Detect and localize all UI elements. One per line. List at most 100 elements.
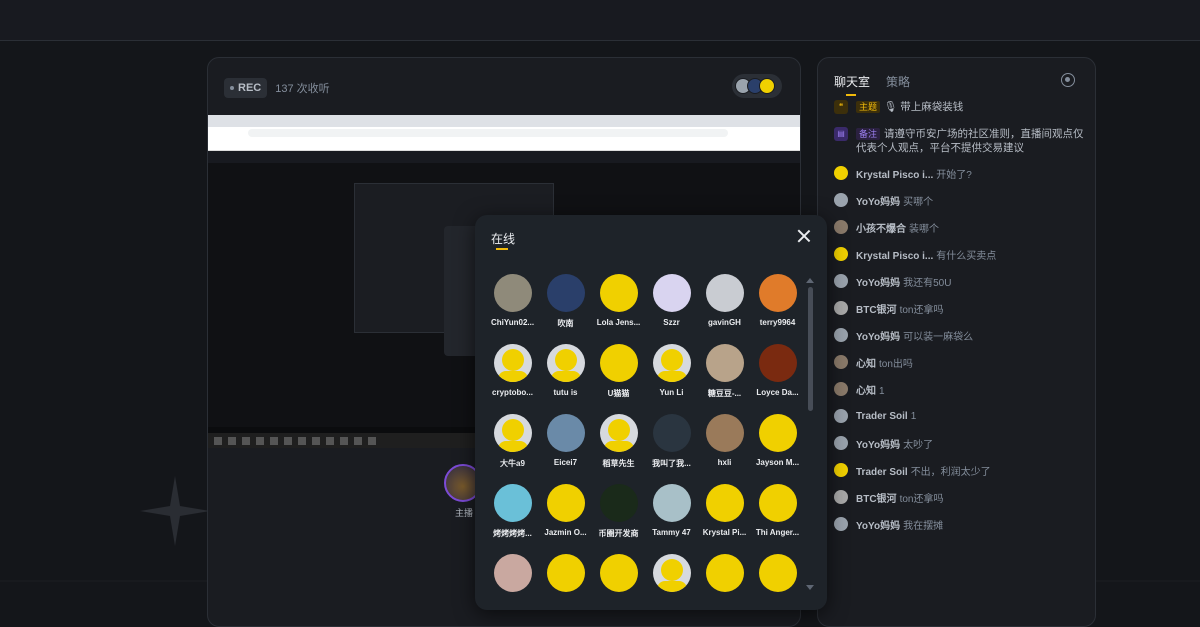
chat-message: 心知 1 — [834, 382, 1089, 397]
online-user[interactable]: 稻草先生 — [592, 414, 645, 474]
chat-username[interactable]: 心知 — [856, 386, 876, 397]
chat-username[interactable]: 心知 — [856, 359, 876, 370]
browser-tab-strip — [208, 115, 800, 127]
online-user[interactable]: 烤烤烤烤... — [486, 484, 539, 544]
chat-username[interactable]: 小孩不爆合 — [856, 224, 906, 235]
tab-chatroom[interactable]: 聊天室 — [834, 73, 870, 96]
avatar[interactable] — [834, 274, 848, 288]
chat-username[interactable]: YoYo妈妈 — [856, 278, 900, 289]
online-user[interactable]: Lola Jens... — [592, 274, 645, 334]
online-user-name: U猫猫 — [607, 389, 630, 398]
online-user-name: 烤烤烤烤... — [493, 529, 532, 538]
chat-username[interactable]: YoYo妈妈 — [856, 197, 900, 208]
avatar — [493, 554, 532, 592]
online-user[interactable]: 糖豆豆-... — [698, 344, 751, 404]
scroll-down-icon[interactable] — [806, 585, 814, 590]
avatar — [705, 344, 744, 382]
avatar — [493, 344, 532, 382]
browser-bookmarks-bar — [208, 139, 800, 151]
online-user[interactable] — [645, 554, 698, 610]
online-user[interactable]: Krystal Pi... — [698, 484, 751, 544]
online-user[interactable]: gavinGH — [698, 274, 751, 334]
online-user[interactable]: ChiYun02... — [486, 274, 539, 334]
avatar — [493, 484, 532, 522]
online-user[interactable]: Loyce Da... — [751, 344, 804, 404]
settings-icon[interactable] — [1061, 73, 1075, 87]
chat-text: 我还有50U — [903, 277, 952, 289]
avatar[interactable] — [834, 220, 848, 234]
topic-tag: 主题 — [856, 101, 881, 113]
online-user[interactable]: 吹南 — [539, 274, 592, 334]
avatar — [758, 484, 797, 522]
avatar[interactable] — [834, 517, 848, 531]
online-user[interactable]: Eicei7 — [539, 414, 592, 474]
avatar — [652, 344, 691, 382]
online-user-name: Yun Li — [659, 388, 684, 397]
avatar[interactable] — [834, 166, 848, 180]
chat-username[interactable]: Trader Soil — [856, 467, 908, 478]
online-user[interactable]: Yun Li — [645, 344, 698, 404]
avatar[interactable] — [834, 409, 848, 423]
speaker-avatars[interactable] — [732, 74, 782, 98]
chat-username[interactable]: YoYo妈妈 — [856, 332, 900, 343]
online-user-name: Eicei7 — [553, 458, 578, 467]
avatar — [705, 484, 744, 522]
avatar[interactable] — [834, 247, 848, 261]
avatar — [652, 554, 691, 592]
chat-username[interactable]: BTC银河 — [856, 494, 897, 505]
online-user[interactable]: Szzr — [645, 274, 698, 334]
online-user-name: Krystal Pi... — [702, 528, 747, 537]
chat-message: YoYo妈妈 我还有50U — [834, 274, 1089, 289]
chat-username[interactable]: Krystal Pisco i... — [856, 251, 933, 262]
avatar[interactable] — [834, 193, 848, 207]
online-user[interactable]: 大牛a9 — [486, 414, 539, 474]
chat-message: Trader Soil 1 — [834, 409, 1089, 423]
chat-message: YoYo妈妈 可以装一麻袋么 — [834, 328, 1089, 343]
online-user-name: 吹南 — [557, 319, 574, 328]
online-user-name: 大牛a9 — [500, 459, 525, 468]
chat-username[interactable]: Trader Soil — [856, 411, 908, 422]
chat-username[interactable]: BTC银河 — [856, 305, 897, 316]
avatar — [652, 414, 691, 452]
scroll-up-icon[interactable] — [806, 278, 814, 283]
avatar — [493, 414, 532, 452]
online-user[interactable] — [751, 554, 804, 610]
online-user[interactable]: Tammy 47 — [645, 484, 698, 544]
close-icon[interactable] — [797, 229, 811, 243]
online-user[interactable]: U猫猫 — [592, 344, 645, 404]
online-user[interactable]: tutu is — [539, 344, 592, 404]
online-user[interactable] — [698, 554, 751, 610]
online-user-name: Tammy 47 — [652, 528, 691, 537]
online-user[interactable]: Jazmin O... — [539, 484, 592, 544]
online-user[interactable] — [486, 554, 539, 610]
avatar — [599, 484, 638, 522]
online-user[interactable]: 我叫了我... — [645, 414, 698, 474]
avatar[interactable] — [834, 301, 848, 315]
avatar[interactable] — [834, 490, 848, 504]
online-user[interactable]: 币圈开发商 — [592, 484, 645, 544]
avatar[interactable] — [834, 436, 848, 450]
chat-username[interactable]: Krystal Pisco i... — [856, 170, 933, 181]
avatar — [599, 414, 638, 452]
chat-message: BTC银河 ton还拿吗 — [834, 301, 1089, 316]
online-user[interactable] — [539, 554, 592, 610]
online-user[interactable] — [592, 554, 645, 610]
modal-scrollbar[interactable] — [808, 287, 813, 411]
online-user[interactable]: terry9964 — [751, 274, 804, 334]
online-user-name: tutu is — [553, 388, 578, 397]
avatar — [758, 344, 797, 382]
avatar[interactable] — [834, 328, 848, 342]
chat-text: 太吵了 — [903, 439, 934, 451]
chat-username[interactable]: YoYo妈妈 — [856, 521, 900, 532]
avatar[interactable] — [834, 355, 848, 369]
avatar[interactable] — [834, 463, 848, 477]
chat-username[interactable]: YoYo妈妈 — [856, 440, 900, 451]
browser-address-bar — [208, 127, 800, 139]
modal-title: 在线 — [491, 232, 516, 250]
tab-strategy[interactable]: 策略 — [886, 73, 910, 96]
online-user[interactable]: cryptobo... — [486, 344, 539, 404]
online-user[interactable]: hxli — [698, 414, 751, 474]
avatar[interactable] — [834, 382, 848, 396]
online-user[interactable]: Jayson M... — [751, 414, 804, 474]
online-user[interactable]: Thi Anger... — [751, 484, 804, 544]
